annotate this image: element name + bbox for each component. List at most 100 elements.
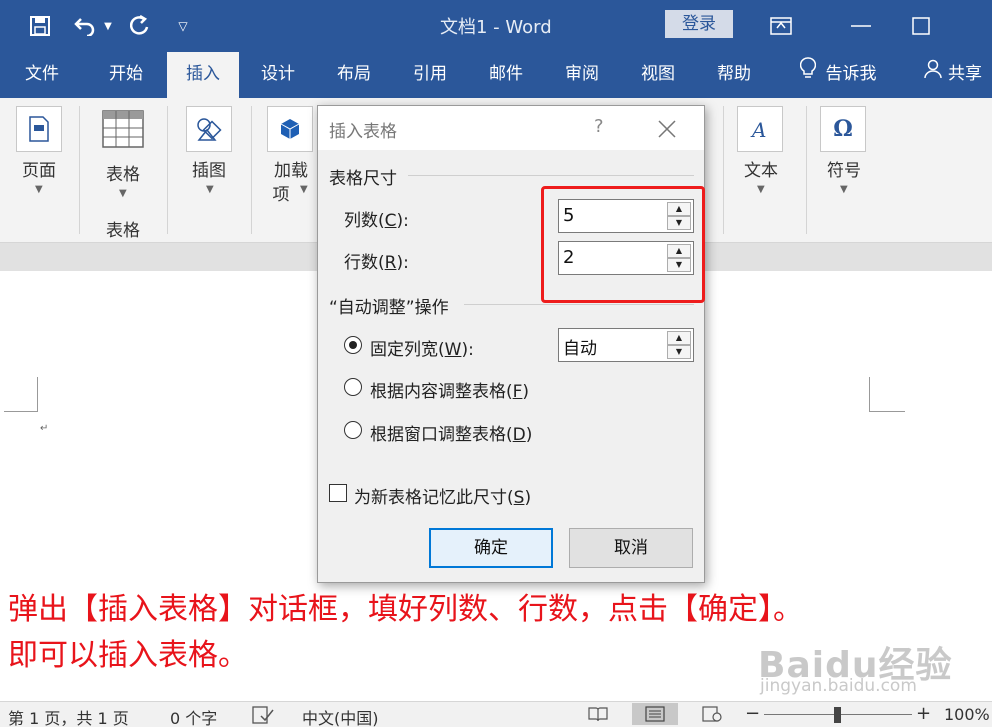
zoom-slider-thumb[interactable]	[834, 707, 841, 723]
tell-me-label: 告诉我	[825, 64, 877, 84]
rows-access-key: R	[384, 253, 397, 273]
text-group: A 文本 ▼	[724, 98, 804, 243]
help-icon[interactable]: ?	[594, 116, 604, 137]
tab-layout[interactable]: 布局	[320, 52, 388, 98]
symbols-dropdown-icon[interactable]: ▼	[840, 184, 848, 195]
share-button[interactable]: 共享	[924, 52, 992, 98]
symbols-group: Ω 符号 ▼	[807, 98, 887, 243]
symbols-label: 符号	[827, 161, 861, 181]
text-dropdown-icon[interactable]: ▼	[757, 184, 765, 195]
illustrations-dropdown-icon[interactable]: ▼	[206, 184, 214, 195]
dialog-title: 插入表格	[329, 122, 397, 142]
section-divider	[464, 304, 694, 305]
tab-design[interactable]: 设计	[244, 52, 312, 98]
fixed-width-suffix: ):	[461, 340, 474, 360]
tab-help[interactable]: 帮助	[700, 52, 768, 98]
text-icon[interactable]: A	[737, 106, 783, 152]
fixed-width-label[interactable]: 固定列宽(W):	[370, 335, 474, 360]
fixed-width-spin-buttons: ▲ ▼	[667, 331, 691, 359]
proofing-icon[interactable]	[252, 706, 274, 727]
page-count[interactable]: 第 1 页，共 1 页	[8, 705, 129, 727]
columns-access-key: C	[384, 211, 397, 231]
remember-size-label[interactable]: 为新表格记忆此尺寸(S)	[354, 483, 531, 508]
pages-icon[interactable]	[16, 106, 62, 152]
autofit-section: “自动调整”操作	[329, 298, 449, 318]
tab-view[interactable]: 视图	[624, 52, 692, 98]
watermark-url: jingyan.baidu.com	[760, 676, 917, 696]
remember-size-access-key: S	[513, 488, 525, 508]
read-mode-icon[interactable]	[588, 706, 608, 726]
insert-table-dialog: 插入表格 ? 表格尺寸 列数(C): 5 ▲ ▼ 行数(R): 2 ▲ ▼ “自…	[317, 105, 705, 583]
table-size-section: 表格尺寸	[329, 169, 397, 189]
window-title: 文档1 - Word	[440, 17, 552, 38]
tab-file[interactable]: 文件	[8, 52, 76, 98]
customize-toolbar-icon[interactable]: ▽	[174, 12, 192, 40]
remember-size-text: 为新表格记忆此尺寸(	[354, 488, 514, 508]
rows-label-text: 行数(	[344, 253, 385, 273]
tell-me-search[interactable]: 告诉我	[788, 52, 888, 98]
zoom-out-icon[interactable]: −	[745, 703, 760, 724]
zoom-in-icon[interactable]: +	[916, 703, 931, 724]
crop-mark-right	[869, 377, 905, 412]
fixed-width-radio[interactable]	[344, 336, 362, 354]
tab-insert[interactable]: 插入	[167, 52, 239, 98]
zoom-level[interactable]: 100%	[944, 705, 990, 724]
lightbulb-icon	[799, 52, 816, 96]
cancel-button[interactable]: 取消	[569, 528, 693, 568]
section-divider	[408, 175, 694, 176]
columns-label: 列数(C):	[344, 206, 409, 231]
autofit-content-radio[interactable]	[344, 378, 362, 396]
addins-dropdown-icon[interactable]: ▼	[300, 184, 308, 195]
spin-up-icon[interactable]: ▲	[667, 331, 691, 345]
undo-dropdown-icon[interactable]: ▼	[101, 12, 115, 40]
fixed-width-input[interactable]: 自动	[563, 334, 597, 359]
tab-review[interactable]: 审阅	[548, 52, 616, 98]
undo-icon[interactable]	[70, 12, 100, 40]
ribbon-display-options-icon[interactable]	[768, 12, 794, 40]
save-icon[interactable]	[26, 12, 54, 40]
addins-group: 加载 项 ▼	[252, 98, 316, 243]
login-button[interactable]: 登录	[665, 10, 733, 38]
illustrations-icon[interactable]	[186, 106, 232, 152]
web-layout-icon[interactable]	[702, 706, 722, 726]
autofit-content-label[interactable]: 根据内容调整表格(F)	[370, 377, 529, 402]
person-icon	[924, 52, 942, 96]
remember-size-checkbox[interactable]	[329, 484, 347, 502]
autofit-window-radio[interactable]	[344, 421, 362, 439]
illustrations-group: 插图 ▼	[168, 98, 250, 243]
annotation-highlight-box	[541, 186, 705, 303]
table-group-label: 表格	[106, 221, 140, 241]
pages-dropdown-icon[interactable]: ▼	[35, 184, 43, 195]
spin-down-icon[interactable]: ▼	[667, 345, 691, 359]
table-button-label[interactable]: 表格	[92, 160, 154, 185]
maximize-icon[interactable]	[908, 12, 934, 40]
autofit-window-access-key: D	[512, 425, 526, 445]
rows-label-suffix: ):	[396, 253, 409, 273]
close-icon[interactable]	[658, 112, 676, 144]
print-layout-icon[interactable]	[632, 703, 678, 725]
pages-group: 页面 ▼	[0, 98, 78, 243]
addins-icon[interactable]	[267, 106, 313, 152]
baidu-watermark: Baidu经验 jingyan.baidu.com	[758, 636, 952, 696]
language-indicator[interactable]: 中文(中国)	[302, 705, 379, 727]
fixed-width-spinner[interactable]: 自动 ▲ ▼	[558, 328, 694, 362]
minimize-icon[interactable]	[848, 12, 874, 40]
crop-mark-left	[4, 377, 38, 412]
share-label: 共享	[948, 64, 982, 84]
ok-button[interactable]: 确定	[429, 528, 553, 568]
rows-label: 行数(R):	[344, 248, 409, 273]
omega-icon[interactable]: Ω	[820, 106, 866, 152]
fixed-width-text: 固定列宽(	[370, 340, 445, 360]
autofit-window-suffix: )	[525, 425, 533, 445]
word-count[interactable]: 0 个字	[170, 705, 217, 727]
table-dropdown-icon[interactable]: ▼	[119, 188, 127, 199]
tab-references[interactable]: 引用	[396, 52, 464, 98]
ribbon-tabs: 文件 开始 插入 设计 布局 引用 邮件 审阅 视图 帮助 告诉我 共享	[0, 52, 992, 98]
autofit-content-access-key: F	[512, 382, 523, 402]
autofit-window-label[interactable]: 根据窗口调整表格(D)	[370, 420, 532, 445]
tab-mailings[interactable]: 邮件	[472, 52, 540, 98]
paragraph-mark-icon: ↵	[40, 423, 49, 434]
table-icon[interactable]	[102, 110, 144, 152]
tab-home[interactable]: 开始	[92, 52, 160, 98]
redo-icon[interactable]	[126, 12, 154, 40]
